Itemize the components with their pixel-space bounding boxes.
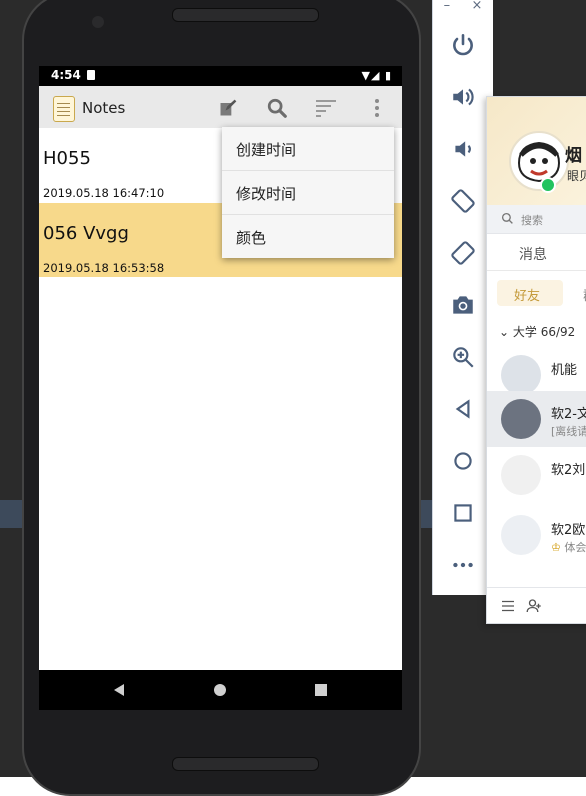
home-circle-icon: [214, 684, 226, 696]
contact-name: 软2刘: [551, 463, 586, 478]
tab-messages[interactable]: 消息: [519, 244, 547, 264]
home-circle-icon: [454, 452, 472, 470]
edit-icon: [220, 99, 237, 116]
add-friend-icon[interactable]: [525, 597, 543, 615]
sd-card-icon: [87, 70, 95, 80]
close-button[interactable]: ×: [471, 0, 482, 14]
emulator-toolbar: – ×: [432, 0, 493, 595]
contact-status-text: 体会: [564, 541, 586, 554]
notes-app-icon: [53, 96, 75, 122]
rotate-right-button[interactable]: [446, 238, 480, 268]
contact-name: 软2欧: [551, 523, 586, 538]
menu-item-label: 颜色: [236, 229, 267, 247]
overflow-menu-button[interactable]: [364, 95, 390, 121]
zoom-button[interactable]: [446, 342, 480, 372]
more-button[interactable]: [446, 550, 480, 580]
qq-header: 烟 眼贝: [487, 97, 586, 205]
menu-item-label: 创建时间: [236, 141, 297, 159]
nav-recents-button[interactable]: [311, 680, 331, 700]
back-triangle-icon: [455, 399, 470, 419]
bottom-speaker: [172, 757, 319, 771]
contact-status: [离线请: [551, 425, 586, 438]
search-icon: [501, 212, 513, 224]
contact-status: ♔ 体会: [551, 539, 586, 555]
emulator-window-controls: – ×: [433, 0, 493, 14]
contact-avatar: [501, 355, 541, 395]
power-icon: [453, 33, 473, 56]
more-vertical-icon: [375, 99, 379, 117]
search-placeholder: 搜索: [521, 214, 543, 227]
qq-panel: 烟 眼贝 搜索 消息 好友 群 ⌄ 大学 66/92 机能 软2-文 [离线请 …: [486, 96, 586, 624]
menu-item-color[interactable]: 颜色: [222, 215, 394, 258]
overview-button[interactable]: [446, 498, 480, 528]
back-triangle-icon: [114, 684, 124, 696]
note-date: 2019.05.18 16:47:10: [43, 186, 165, 200]
crown-icon: ♔: [551, 541, 561, 554]
profile-name: 烟: [565, 146, 582, 166]
navigation-bar: [39, 670, 402, 710]
contact-avatar: [501, 399, 541, 439]
top-speaker: [172, 8, 319, 22]
avatar[interactable]: [509, 131, 569, 191]
menu-item-created-time[interactable]: 创建时间: [222, 127, 394, 171]
list-item[interactable]: 软2-文 [离线请: [487, 391, 586, 447]
overview-square-icon: [454, 504, 472, 522]
online-status-dot: [540, 177, 556, 193]
list-item[interactable]: 软2欧 ♔ 体会: [487, 507, 586, 563]
contact-avatar: [501, 455, 541, 495]
status-time: 4:54: [51, 68, 81, 82]
sort-button[interactable]: [313, 95, 339, 121]
app-title: Notes: [82, 99, 126, 117]
qq-tab-bar: 消息: [487, 234, 586, 271]
action-bar: Notes: [39, 86, 402, 128]
profile-signature: 眼贝: [567, 169, 586, 183]
group-label: 大学 66/92: [512, 325, 576, 339]
zoom-icon: [453, 347, 474, 368]
home-button[interactable]: [446, 446, 480, 476]
rotate-left-icon: [451, 189, 475, 213]
camera-icon: [453, 296, 473, 314]
list-item[interactable]: 软2刘: [487, 447, 586, 503]
back-button[interactable]: [446, 394, 480, 424]
volume-down-button[interactable]: [446, 134, 480, 164]
phone-screen: 4:54 ▼◢ ▮ Notes H055 2019.05.18 16:47:10…: [39, 66, 402, 710]
status-bar: 4:54 ▼◢ ▮: [39, 66, 402, 86]
sort-dropdown-menu: 创建时间 修改时间 颜色: [222, 127, 394, 258]
front-camera: [92, 16, 104, 28]
contact-name: 机能: [551, 363, 578, 378]
volume-up-button[interactable]: [446, 82, 480, 112]
tab-friends[interactable]: 好友: [497, 280, 563, 306]
contact-avatar: [501, 515, 541, 555]
cartoon-avatar-icon: [517, 141, 561, 183]
note-title: H055: [43, 148, 91, 169]
note-title: 056 Vvgg: [43, 223, 129, 244]
search-button[interactable]: [264, 95, 290, 121]
search-icon: [267, 98, 287, 118]
contact-name: 软2-文: [551, 407, 586, 422]
tab-friends-label: 好友: [514, 289, 541, 304]
menu-icon[interactable]: [499, 597, 517, 615]
screenshot-button[interactable]: [446, 290, 480, 320]
volume-down-icon: [455, 141, 471, 157]
minimize-button[interactable]: –: [444, 0, 451, 14]
sort-icon: [316, 100, 336, 117]
volume-up-icon: [453, 88, 474, 106]
nav-back-button[interactable]: [109, 680, 129, 700]
rotate-right-icon: [451, 241, 475, 265]
menu-item-label: 修改时间: [236, 185, 297, 203]
status-icons: ▼◢ ▮: [361, 69, 392, 82]
group-header[interactable]: ⌄ 大学 66/92: [499, 323, 575, 340]
recents-square-icon: [315, 684, 327, 696]
nav-home-button[interactable]: [210, 680, 230, 700]
power-button[interactable]: [446, 30, 480, 60]
menu-item-modified-time[interactable]: 修改时间: [222, 171, 394, 215]
search-input[interactable]: 搜索: [487, 205, 586, 234]
rotate-left-button[interactable]: [446, 186, 480, 216]
chevron-down-icon: ⌄: [499, 325, 510, 339]
qq-sub-tabs: 好友 群: [497, 280, 586, 306]
new-note-button[interactable]: [215, 95, 241, 121]
more-dots-icon: [453, 562, 473, 568]
note-date: 2019.05.18 16:53:58: [43, 261, 165, 275]
qq-footer: [487, 587, 586, 624]
